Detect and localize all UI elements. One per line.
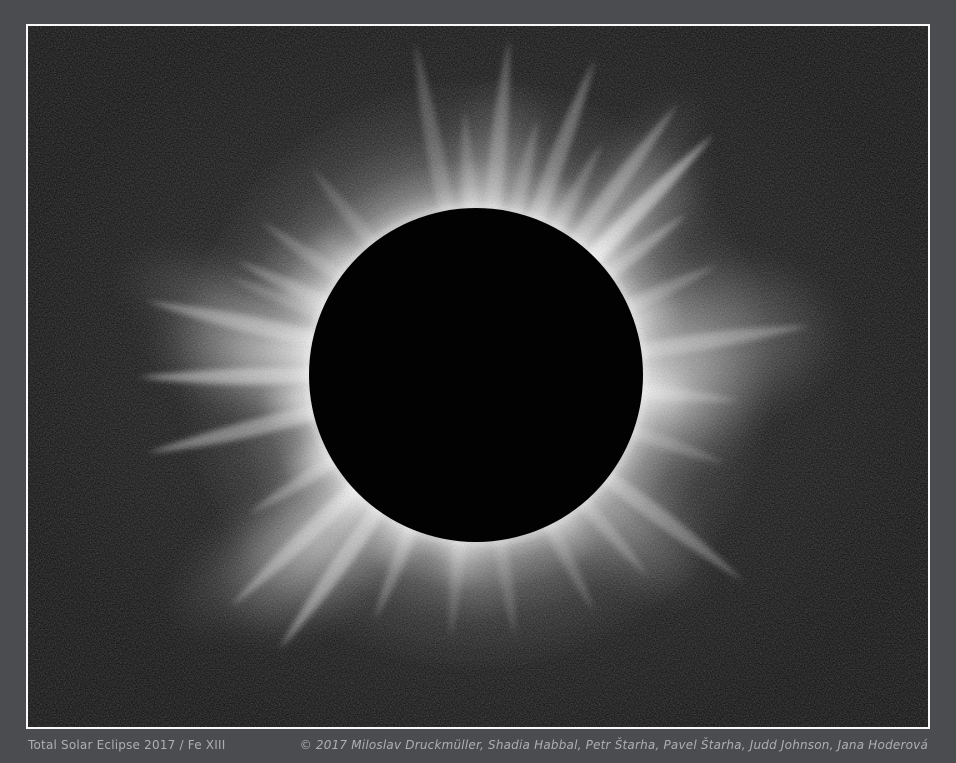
caption-title: Total Solar Eclipse 2017 / Fe XIII	[28, 738, 225, 752]
caption-bar: Total Solar Eclipse 2017 / Fe XIII © 201…	[28, 733, 929, 757]
eclipse-photo	[26, 24, 930, 729]
caption-credit: © 2017 Miloslav Druckmüller, Shadia Habb…	[300, 738, 929, 752]
eclipse-image-viewer: { "frame": { "background_color": "#4a4c5…	[0, 0, 956, 763]
moon-disk	[309, 208, 643, 542]
eclipse-photo-canvas	[28, 26, 928, 727]
